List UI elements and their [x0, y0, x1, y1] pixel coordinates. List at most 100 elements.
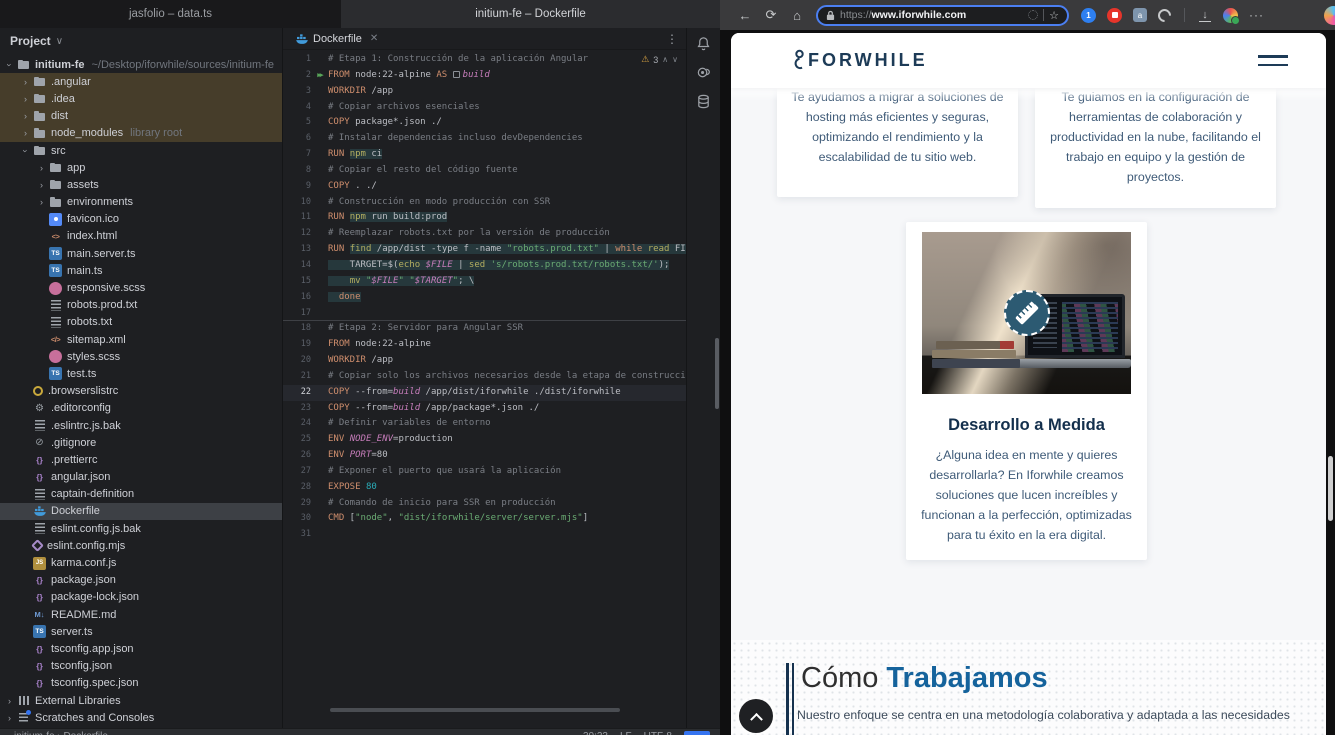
home-icon[interactable]: ⌂ — [784, 8, 810, 23]
code-line-10[interactable]: 10# Construcción en modo producción con … — [283, 195, 686, 211]
tree-item-eslint-config-js-bak[interactable]: eslint.config.js.bak — [0, 520, 282, 537]
more-menu-icon[interactable]: ··· — [1249, 8, 1264, 22]
ai-assistant-icon[interactable] — [696, 65, 711, 80]
editor-options-kebab-icon[interactable]: ⋮ — [666, 32, 678, 46]
code-line-31[interactable]: 31 — [283, 527, 686, 543]
window-title-initium[interactable]: initium-fe – Dockerfile — [341, 0, 720, 28]
tree-item-captain-definition[interactable]: captain-definition — [0, 486, 282, 503]
tree-item-main-ts[interactable]: TSmain.ts — [0, 262, 282, 279]
tree-item-src[interactable]: ›src — [0, 142, 282, 159]
code-line-27[interactable]: 27# Exponer el puerto que usará la aplic… — [283, 464, 686, 480]
code-line-22[interactable]: 22COPY --from=build /app/dist/iforwhile … — [283, 385, 686, 401]
tree-item-app[interactable]: ›app — [0, 159, 282, 176]
tree-item-tsconfig-spec-json[interactable]: {}tsconfig.spec.json — [0, 675, 282, 692]
code-line-13[interactable]: 13RUN find /app/dist -type f -name "robo… — [283, 242, 686, 258]
tree-item-karma-conf-js[interactable]: JSkarma.conf.js — [0, 554, 282, 571]
code-line-9[interactable]: 9COPY . ./ — [283, 179, 686, 195]
copilot-icon[interactable] — [1324, 6, 1335, 25]
code-line-29[interactable]: 29# Comando de inicio para SSR en produc… — [283, 496, 686, 512]
database-icon[interactable] — [696, 94, 711, 109]
tree-chevron-icon[interactable]: › — [5, 59, 15, 70]
tree-item-styles-scss[interactable]: styles.scss — [0, 348, 282, 365]
site-action-icon[interactable] — [1028, 10, 1038, 20]
colorful-extension-icon[interactable] — [1223, 8, 1238, 23]
tree-item-node-modules[interactable]: ›node_moduleslibrary root — [0, 125, 282, 142]
tree-item--angular[interactable]: ›.angular — [0, 73, 282, 90]
tree-item-initium-fe[interactable]: ›initium-fe~/Desktop/iforwhile/sources/i… — [0, 56, 282, 73]
tree-item--eslintrc-js-bak[interactable]: .eslintrc.js.bak — [0, 417, 282, 434]
tree-item-server-ts[interactable]: TSserver.ts — [0, 623, 282, 640]
window-title-jasfolio[interactable]: jasfolio – data.ts — [0, 0, 341, 28]
tree-chevron-icon[interactable]: › — [36, 180, 47, 190]
code-line-25[interactable]: 25ENV NODE_ENV=production — [283, 432, 686, 448]
tree-item-assets[interactable]: ›assets — [0, 176, 282, 193]
code-line-19[interactable]: 19FROM node:22-alpine — [283, 337, 686, 353]
tree-item-responsive-scss[interactable]: responsive.scss — [0, 279, 282, 296]
tree-item-angular-json[interactable]: {}angular.json — [0, 469, 282, 486]
code-line-28[interactable]: 28EXPOSE 80 — [283, 480, 686, 496]
code-line-16[interactable]: 16 done — [283, 290, 686, 306]
tree-item-dist[interactable]: ›dist — [0, 108, 282, 125]
prev-issue-icon[interactable]: ∧ — [662, 55, 668, 64]
tree-chevron-icon[interactable]: › — [20, 128, 31, 138]
code-line-20[interactable]: 20WORKDIR /app — [283, 353, 686, 369]
code-line-18[interactable]: 18# Etapa 2: Servidor para Angular SSR — [283, 321, 686, 337]
code-line-3[interactable]: 3WORKDIR /app — [283, 84, 686, 100]
tree-item--editorconfig[interactable]: ⚙.editorconfig — [0, 400, 282, 417]
downloads-icon[interactable]: ↓ — [1198, 9, 1212, 21]
tree-item--browserslistrc[interactable]: .browserslistrc — [0, 383, 282, 400]
tree-chevron-icon[interactable]: › — [4, 696, 15, 706]
tree-item--prettierrc[interactable]: {}.prettierrc — [0, 451, 282, 468]
line-ending[interactable]: LF — [620, 731, 632, 735]
ring-extension-icon[interactable] — [1155, 6, 1173, 24]
tree-item-test-ts[interactable]: TStest.ts — [0, 365, 282, 382]
tree-chevron-icon[interactable]: › — [20, 94, 31, 104]
tree-item-external-libraries[interactable]: ›External Libraries — [0, 692, 282, 709]
tree-item-package-json[interactable]: {}package.json — [0, 572, 282, 589]
project-panel-header[interactable]: Project ∨ — [0, 28, 282, 54]
red-extension-icon[interactable] — [1107, 8, 1122, 23]
tree-item-index-html[interactable]: <>index.html — [0, 228, 282, 245]
tree-item-robots-txt[interactable]: robots.txt — [0, 314, 282, 331]
tree-chevron-icon[interactable]: › — [21, 145, 31, 156]
inspection-widget[interactable]: ⚠ 3 ∧ ∨ — [641, 54, 678, 65]
back-icon[interactable]: ← — [732, 8, 758, 23]
notifications-bell-icon[interactable] — [696, 36, 711, 51]
code-line-7[interactable]: 7RUN npm ci — [283, 147, 686, 163]
code-line-26[interactable]: 26ENV PORT=80 — [283, 448, 686, 464]
page-vscrollbar[interactable] — [1328, 456, 1333, 521]
code-line-1[interactable]: 1# Etapa 1: Construcción de la aplicació… — [283, 52, 686, 68]
editor-hscrollbar[interactable] — [330, 708, 620, 712]
run-gutter-icon[interactable]: ▶▶ — [311, 68, 328, 84]
tab-dockerfile[interactable]: Dockerfile ✕ — [283, 28, 388, 49]
code-line-14[interactable]: 14 TARGET=$(echo $FILE | sed 's/robots.p… — [283, 258, 686, 274]
tree-chevron-icon[interactable]: › — [20, 77, 31, 87]
tree-chevron-icon[interactable]: › — [36, 197, 47, 207]
translate-extension-icon[interactable]: a — [1133, 8, 1147, 22]
code-line-8[interactable]: 8# Copiar el resto del código fuente — [283, 163, 686, 179]
tree-chevron-icon[interactable]: › — [4, 713, 15, 723]
code-line-6[interactable]: 6# Instalar dependencias incluso devDepe… — [283, 131, 686, 147]
tree-item-readme-md[interactable]: M↓README.md — [0, 606, 282, 623]
code-area[interactable]: ⚠ 3 ∧ ∨ 1# Etapa 1: Construcción de la a… — [283, 50, 686, 718]
tree-item-scratches-and-consoles[interactable]: ›Scratches and Consoles — [0, 709, 282, 726]
address-bar[interactable]: https:// www.iforwhile.com ☆ — [816, 5, 1069, 26]
tree-item-favicon-ico[interactable]: favicon.ico — [0, 211, 282, 228]
statusbar-breadcrumb[interactable]: initium-fe › Dockerfile — [14, 731, 108, 735]
tree-item-sitemap-xml[interactable]: </>sitemap.xml — [0, 331, 282, 348]
tree-item-tsconfig-app-json[interactable]: {}tsconfig.app.json — [0, 640, 282, 657]
tree-item-environments[interactable]: ›environments — [0, 194, 282, 211]
next-issue-icon[interactable]: ∨ — [672, 55, 678, 64]
tree-item--idea[interactable]: ›.idea — [0, 90, 282, 107]
tree-item--gitignore[interactable]: ⊘.gitignore — [0, 434, 282, 451]
site-logo[interactable]: FORWHILE — [793, 49, 928, 73]
code-line-24[interactable]: 24# Definir variables de entorno — [283, 416, 686, 432]
tree-item-tsconfig-json[interactable]: {}tsconfig.json — [0, 658, 282, 675]
hamburger-menu-icon[interactable] — [1258, 55, 1288, 66]
code-line-21[interactable]: 21# Copiar solo los archivos necesarios … — [283, 369, 686, 385]
password-manager-extension-icon[interactable]: 1 — [1081, 8, 1096, 23]
code-line-17[interactable]: 17 — [283, 306, 686, 322]
code-line-30[interactable]: 30CMD ["node", "dist/iforwhile/server/se… — [283, 511, 686, 527]
tree-item-eslint-config-mjs[interactable]: eslint.config.mjs — [0, 537, 282, 554]
scroll-to-top-button[interactable] — [739, 699, 773, 733]
